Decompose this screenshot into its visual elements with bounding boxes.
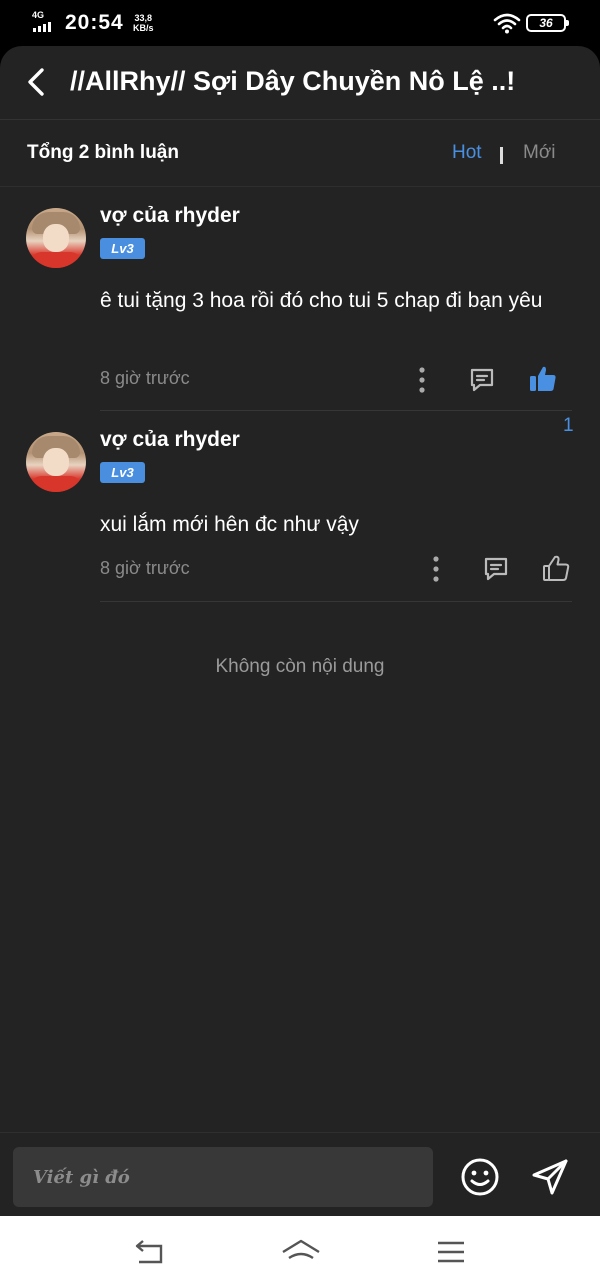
nav-menu-icon[interactable] bbox=[436, 1240, 466, 1264]
emoji-icon[interactable] bbox=[460, 1157, 500, 1197]
sort-divider bbox=[500, 147, 503, 164]
clock: 20:54 bbox=[65, 11, 124, 34]
comment-divider bbox=[100, 410, 572, 411]
system-nav-bar bbox=[0, 1216, 600, 1287]
comment-timestamp: 8 giờ trước bbox=[100, 368, 190, 388]
battery-icon: 36 bbox=[526, 14, 569, 32]
nav-home-icon[interactable] bbox=[281, 1238, 321, 1268]
like-count: 1 bbox=[563, 415, 574, 436]
send-icon[interactable] bbox=[530, 1157, 570, 1197]
speed-unit: KB/s bbox=[133, 23, 154, 33]
wifi-icon bbox=[493, 13, 521, 34]
avatar[interactable] bbox=[26, 208, 86, 268]
reply-comment-icon[interactable] bbox=[468, 366, 496, 394]
comment-input-bar bbox=[0, 1132, 600, 1216]
sort-hot-tab[interactable]: Hot bbox=[452, 142, 482, 164]
comment-text: xui lắm mới hên đc như vậy bbox=[100, 513, 359, 536]
network-speed: 33,8 KB/s bbox=[133, 13, 154, 33]
level-badge: Lv3 bbox=[100, 238, 145, 259]
level-badge: Lv3 bbox=[100, 462, 145, 483]
thumbs-up-filled-icon[interactable] bbox=[528, 364, 558, 394]
comments-screen: //AllRhy// Sợi Dây Chuyền Nô Lệ ..! Tổng… bbox=[0, 46, 600, 1216]
reply-comment-icon[interactable] bbox=[482, 555, 510, 583]
speed-value: 33,8 bbox=[134, 13, 153, 23]
more-vertical-icon[interactable] bbox=[428, 555, 444, 583]
end-of-content-message: Không còn nội dung bbox=[215, 656, 385, 677]
comment-divider bbox=[100, 601, 572, 602]
sort-new-tab[interactable]: Mới bbox=[523, 142, 556, 164]
status-bar: 4G 20:54 33,8 KB/s 36 bbox=[0, 0, 600, 46]
chevron-left-icon[interactable] bbox=[22, 64, 54, 100]
header: //AllRhy// Sợi Dây Chuyền Nô Lệ ..! bbox=[0, 46, 600, 120]
nav-back-icon[interactable] bbox=[133, 1238, 167, 1266]
comment-input[interactable] bbox=[13, 1147, 433, 1207]
comments-summary-bar: Tổng 2 bình luận Hot Mới bbox=[0, 120, 600, 187]
comment-count: Tổng 2 bình luận bbox=[27, 142, 179, 163]
more-vertical-icon[interactable] bbox=[414, 366, 430, 394]
comment-timestamp: 8 giờ trước bbox=[100, 558, 190, 578]
signal-icon bbox=[33, 22, 51, 32]
avatar[interactable] bbox=[26, 432, 86, 492]
thumbs-up-icon[interactable] bbox=[541, 553, 571, 583]
network-type: 4G bbox=[32, 10, 45, 20]
comment-text: ê tui tặng 3 hoa rồi đó cho tui 5 chap đ… bbox=[100, 289, 543, 312]
page-title: //AllRhy// Sợi Dây Chuyền Nô Lệ ..! bbox=[70, 66, 516, 96]
comment-username[interactable]: vợ của rhyder bbox=[100, 204, 240, 228]
comment-username[interactable]: vợ của rhyder bbox=[100, 428, 240, 452]
